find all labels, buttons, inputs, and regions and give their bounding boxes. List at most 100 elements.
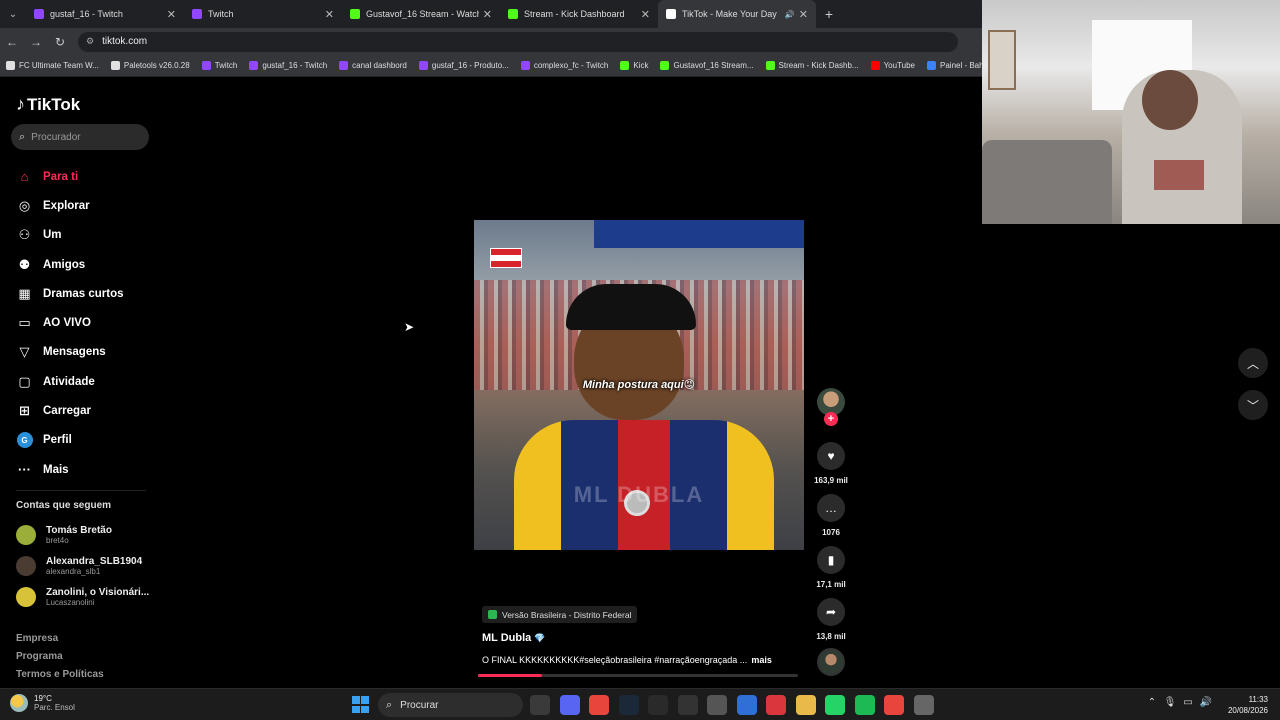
taskbar-search[interactable]: ⌕ Procurar — [378, 693, 523, 717]
forward-icon[interactable]: → — [24, 35, 48, 49]
share-icon: ➦ — [825, 605, 837, 619]
location-chip[interactable]: Versão Brasileira - Distrito Federal — [482, 606, 638, 623]
video-author[interactable]: ML Dubla 💎 — [482, 632, 546, 644]
footer-link[interactable]: Termos e Políticas — [16, 669, 104, 687]
user-follow-icon: ⚇ — [18, 227, 31, 243]
bookmark-item[interactable]: Paletools v26.0.28 — [110, 61, 190, 70]
bookmark-item[interactable]: gustaf_16 - Produto... — [418, 61, 509, 70]
bookmark-item[interactable]: Kick — [620, 61, 648, 70]
music-disc[interactable] — [817, 648, 845, 676]
bookmark-favicon-icon — [201, 61, 211, 70]
video-progress-bar[interactable] — [478, 674, 798, 677]
close-icon[interactable]: ✕ — [325, 8, 334, 21]
bookmark-item[interactable]: Gustavof_16 Stream... — [660, 61, 754, 70]
bookmark-item[interactable]: Twitch — [201, 61, 237, 70]
browser-tab[interactable]: Twitch ✕ — [184, 0, 342, 28]
store-icon[interactable] — [736, 695, 757, 715]
site-info-icon[interactable]: ⚙ — [86, 36, 94, 47]
close-icon[interactable]: ✕ — [641, 8, 650, 21]
browser-tab[interactable]: gustaf_16 - Twitch ✕ — [26, 0, 184, 28]
system-clock[interactable]: 11:33 20/08/2026 — [1226, 694, 1268, 716]
folder-icon[interactable] — [795, 695, 816, 715]
bookmark-label: gustaf_16 - Produto... — [431, 61, 509, 70]
following-account[interactable]: Tomás Bretão bret4o — [16, 519, 149, 550]
url-input[interactable]: ⚙ tiktok.com — [78, 31, 958, 52]
streamlabs-icon[interactable] — [766, 695, 786, 715]
volume-icon[interactable]: 🔊 — [1197, 697, 1215, 708]
cap-graphic — [566, 284, 696, 330]
browser-tab[interactable]: Gustavof_16 Stream - Watch Li ✕ — [342, 0, 500, 28]
footer-link[interactable]: Programa — [16, 651, 104, 669]
discord-icon[interactable] — [559, 695, 580, 715]
bookmark-item[interactable]: canal dashbord — [339, 61, 407, 70]
friends-icon: ⚉ — [18, 256, 31, 272]
steam-icon[interactable] — [618, 695, 639, 715]
close-icon[interactable]: ✕ — [483, 8, 492, 21]
sidebar-item-explorar[interactable]: ◎ Explorar — [16, 191, 156, 220]
following-account[interactable]: Zanolini, o Visionári... Lucaszanolini — [16, 581, 149, 612]
bookmark-favicon-icon — [339, 61, 349, 70]
tiktok-icon — [666, 9, 676, 19]
bookmark-item[interactable]: gustaf_16 - Twitch — [249, 61, 327, 70]
back-icon[interactable]: ← — [0, 35, 24, 49]
sidebar-item-mensagens[interactable]: ▽ Mensagens — [16, 338, 156, 367]
sidebar-item-carregar[interactable]: ⊞ Carregar — [16, 396, 156, 425]
network-icon[interactable]: ▭ — [1179, 697, 1197, 708]
bookmark-favicon-icon — [6, 61, 15, 70]
chrome-2-icon[interactable] — [884, 695, 904, 715]
sidebar-item-para-ti[interactable]: ⌂ Para ti — [16, 162, 156, 191]
reload-icon[interactable]: ↻ — [48, 35, 72, 49]
save-button[interactable]: ▮ — [817, 546, 845, 574]
sidebar-item-perfil[interactable]: G Perfil — [16, 426, 156, 455]
browser-tab[interactable]: Stream - Kick Dashboard ✕ — [500, 0, 658, 28]
sidebar-item-atividade[interactable]: ▢ Atividade — [16, 367, 156, 396]
more-link[interactable]: mais — [751, 655, 772, 665]
bookmark-favicon-icon — [927, 61, 936, 70]
bookmark-item[interactable]: FC Ultimate Team W... — [6, 61, 99, 70]
sidebar-item-amigos[interactable]: ⚉ Amigos — [16, 250, 156, 279]
bookmark-item[interactable]: YouTube — [870, 61, 915, 70]
weather-widget[interactable]: 19°C Parc. Ensol — [10, 694, 75, 712]
browser-tab-active[interactable]: TikTok - Make Your Day 🔊 ✕ — [658, 0, 816, 28]
ea-icon[interactable] — [677, 695, 698, 715]
bookmark-label: Paletools v26.0.28 — [123, 61, 190, 70]
sidebar-item-um[interactable]: ⚇ Um — [16, 221, 156, 250]
like-button[interactable]: ♥ — [817, 442, 845, 470]
following-account[interactable]: Alexandra_SLB1904 alexandra_slb1 — [16, 550, 149, 581]
bookmark-item[interactable]: complexo_fc - Twitch — [520, 61, 608, 70]
follow-plus-icon[interactable]: + — [824, 412, 838, 426]
bookmark-item[interactable]: Painel - Bah — [927, 61, 982, 70]
account-text: Tomás Bretão bret4o — [46, 525, 112, 545]
footer-link[interactable]: Empresa — [16, 633, 104, 651]
previous-video-button[interactable]: ︿ — [1238, 348, 1268, 378]
bookmark-label: gustaf_16 - Twitch — [262, 61, 328, 70]
whatsapp-icon[interactable] — [825, 695, 845, 715]
bookmark-label: Gustavof_16 Stream... — [673, 61, 754, 70]
sidebar-item-ao-vivo[interactable]: ▭ AO VIVO — [16, 308, 156, 337]
video-player[interactable]: Minha postura aqui😡 ML DUBLA — [474, 220, 804, 550]
next-video-button[interactable]: ﹀ — [1238, 390, 1268, 420]
search-input[interactable]: ⌕ Procurador — [11, 124, 149, 150]
speaker-icon[interactable]: 🔊 — [785, 10, 795, 19]
spotify-icon[interactable] — [854, 695, 875, 715]
chevron-up-icon[interactable]: ⌃ — [1143, 697, 1161, 708]
sidebar-item-dramas-curtos[interactable]: ▦ Dramas curtos — [16, 279, 156, 308]
microphone-icon[interactable]: 🎙 — [1161, 697, 1179, 708]
close-icon[interactable]: ✕ — [799, 8, 808, 21]
chrome-icon[interactable] — [589, 695, 609, 715]
tiktok-logo[interactable]: ♪ TikTok — [16, 94, 80, 115]
share-button[interactable]: ➦ — [817, 598, 845, 626]
close-icon[interactable]: ✕ — [167, 8, 176, 21]
activity-icon: ▢ — [18, 373, 31, 389]
new-tab-button[interactable]: + — [816, 6, 842, 22]
comment-button[interactable]: … — [817, 494, 845, 522]
bookmark-item[interactable]: Stream - Kick Dashb... — [765, 61, 859, 70]
epic-icon[interactable] — [648, 695, 668, 715]
settings-icon[interactable] — [913, 695, 934, 715]
file-explorer-icon[interactable] — [530, 695, 550, 715]
editor-icon[interactable] — [707, 695, 727, 715]
windows-start-icon[interactable] — [352, 696, 369, 713]
sidebar-item-mais[interactable]: ··· Mais — [16, 455, 156, 484]
video-description: O FINAL KKKKKKKKKK#seleçãobrasileira #na… — [482, 655, 802, 665]
tab-search-button[interactable]: ⌄ — [0, 0, 26, 28]
